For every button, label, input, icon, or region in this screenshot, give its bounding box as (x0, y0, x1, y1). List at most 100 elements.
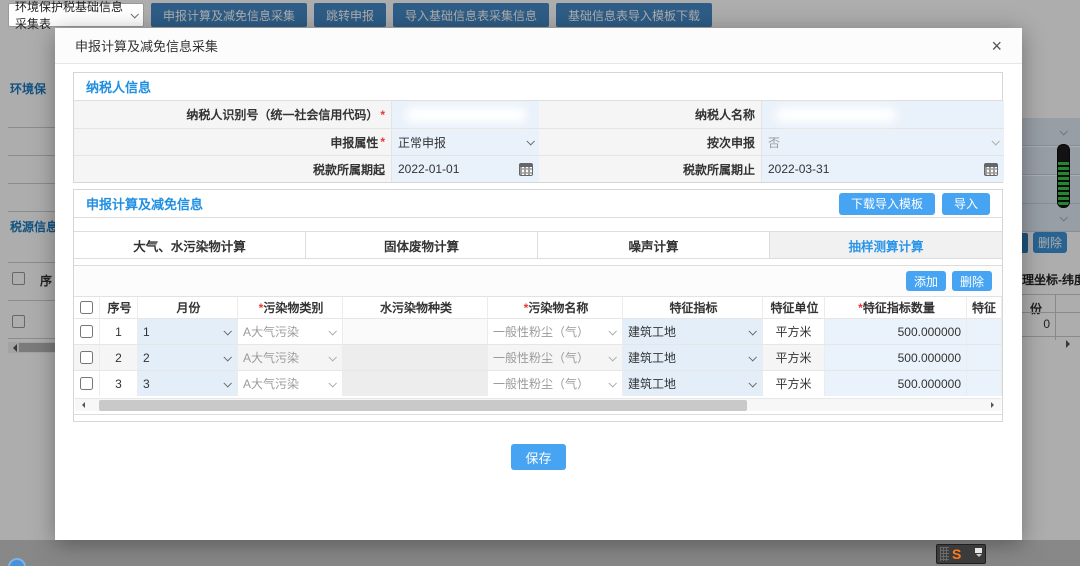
scrollbar-thumb[interactable] (99, 400, 747, 411)
chevron-down-icon (223, 353, 231, 361)
snip-dropdown-icon[interactable] (976, 554, 982, 560)
indicator-select[interactable]: 建筑工地 (623, 370, 763, 396)
declare-attr-select[interactable]: 正常申报 (391, 128, 539, 155)
declare-panel-header: 申报计算及减免信息 下载导入模板 导入 (74, 190, 1002, 218)
required-star: * (380, 135, 385, 149)
indicator-select[interactable]: 建筑工地 (623, 344, 763, 370)
scroll-right-icon[interactable] (991, 402, 997, 408)
table-header-row: 序号 月份 *污染物类别 水污染物种类 *污染物名称 特征指标 特征单位 *特征… (74, 296, 1002, 318)
period-end-datepicker[interactable]: 2022-03-31 (761, 155, 1004, 182)
grip-handle-icon[interactable] (940, 547, 949, 561)
tab-solid-waste-calc[interactable]: 固体废物计算 (306, 232, 538, 258)
chevron-down-icon (748, 353, 756, 361)
period-start-label: 税款所属期起 (74, 155, 391, 182)
taxpayer-id-label: 纳税人识别号（统一社会信用代码）* (74, 101, 391, 128)
chevron-down-icon (130, 10, 138, 18)
taxpayer-info-panel: 纳税人信息 纳税人识别号（统一社会信用代码）* 纳税人名称 申报属性* 正常申报… (73, 72, 1003, 183)
calendar-icon[interactable] (519, 163, 533, 176)
tab-air-water-calc[interactable]: 大气、水污染物计算 (74, 232, 306, 258)
row-checkbox[interactable] (80, 351, 93, 364)
clipped-cell (967, 318, 1002, 344)
chevron-down-icon (223, 379, 231, 387)
indicator-select[interactable]: 建筑工地 (623, 318, 763, 344)
month-select[interactable]: 1 (138, 318, 238, 344)
water-type-cell (343, 370, 488, 396)
col-seq: 序号 (100, 296, 138, 318)
taxpayer-panel-header: 纳税人信息 (74, 73, 1002, 101)
period-end-label: 税款所属期止 (539, 155, 761, 182)
select-all-checkbox[interactable] (80, 301, 93, 314)
row-check-cell (74, 370, 100, 396)
taxpayer-id-field[interactable] (391, 101, 539, 128)
quantity-cell[interactable]: 500.000000 (825, 318, 967, 344)
category-select[interactable]: A大气污染 (238, 370, 343, 396)
snip-button-icon[interactable] (975, 548, 982, 553)
taxpayer-name-label: 纳税人名称 (539, 101, 761, 128)
save-row: 保存 (55, 444, 1022, 470)
floating-blue-dot[interactable] (8, 558, 26, 566)
unit-cell: 平方米 (763, 370, 825, 396)
per-count-select[interactable]: 否 (761, 128, 1004, 155)
month-select[interactable]: 2 (138, 344, 238, 370)
month-select[interactable]: 3 (138, 370, 238, 396)
clipped-cell (967, 370, 1002, 396)
download-import-template-button[interactable]: 下载导入模板 (839, 193, 935, 215)
chevron-down-icon (328, 327, 336, 335)
col-unit: 特征单位 (763, 296, 825, 318)
chevron-down-icon (748, 379, 756, 387)
chevron-down-icon (608, 353, 616, 361)
category-select[interactable]: A大气污染 (238, 344, 343, 370)
table-row: 2 2 A大气污染 一般性粉尘（气） 建筑工地 平方米 500.000000 (74, 344, 1002, 370)
redacted-value (406, 107, 526, 123)
modal-title: 申报计算及减免信息采集 (75, 36, 218, 55)
select-all-cell (74, 296, 100, 318)
row-checkbox[interactable] (80, 325, 93, 338)
col-clipped: 特征 (967, 296, 1002, 318)
import-button[interactable]: 导入 (942, 193, 990, 215)
table-row: 3 3 A大气污染 一般性粉尘（气） 建筑工地 平方米 500.000000 (74, 370, 1002, 396)
declare-panel-body: 大气、水污染物计算 固体废物计算 噪声计算 抽样测算计算 添加 删除 序号 月份… (74, 218, 1002, 415)
row-checkbox[interactable] (80, 377, 93, 390)
category-select[interactable]: A大气污染 (238, 318, 343, 344)
chevron-down-icon (991, 137, 999, 145)
snip-tool-widget[interactable]: S (936, 544, 986, 564)
per-count-label: 按次申报 (539, 128, 761, 155)
chevron-down-icon (526, 137, 534, 145)
report-type-select[interactable]: 环境保护税基础信息采集表 (8, 3, 144, 27)
quantity-cell[interactable]: 500.000000 (825, 344, 967, 370)
col-water-type: 水污染物种类 (343, 296, 488, 318)
taxpayer-section-title: 纳税人信息 (86, 77, 151, 96)
delete-row-button[interactable]: 删除 (952, 271, 992, 291)
calendar-icon[interactable] (984, 163, 998, 176)
redacted-value (776, 107, 896, 123)
tab-sampling-calc[interactable]: 抽样测算计算 (770, 232, 1002, 258)
taxpayer-form: 纳税人识别号（统一社会信用代码）* 纳税人名称 申报属性* 正常申报 按次申报 … (74, 101, 1002, 182)
scroll-left-icon[interactable] (79, 402, 85, 408)
clipped-cell (967, 344, 1002, 370)
chevron-down-icon (328, 379, 336, 387)
add-row-button[interactable]: 添加 (906, 271, 946, 291)
save-button[interactable]: 保存 (511, 444, 565, 470)
close-icon[interactable]: × (991, 37, 1002, 55)
calc-tabs: 大气、水污染物计算 固体废物计算 噪声计算 抽样测算计算 (74, 231, 1002, 259)
row-check-cell (74, 344, 100, 370)
unit-cell: 平方米 (763, 344, 825, 370)
chevron-down-icon (328, 353, 336, 361)
pollutant-select[interactable]: 一般性粉尘（气） (488, 318, 623, 344)
pollutant-select[interactable]: 一般性粉尘（气） (488, 370, 623, 396)
period-start-datepicker[interactable]: 2022-01-01 (391, 155, 539, 182)
col-month: 月份 (138, 296, 238, 318)
row-check-cell (74, 318, 100, 344)
taxpayer-name-field[interactable] (761, 101, 1004, 128)
chevron-down-icon (608, 379, 616, 387)
quantity-cell[interactable]: 500.000000 (825, 370, 967, 396)
row-seq: 3 (100, 370, 138, 396)
pollutant-select[interactable]: 一般性粉尘（气） (488, 344, 623, 370)
declare-section-title: 申报计算及减免信息 (86, 194, 203, 213)
col-pollutant: *污染物名称 (488, 296, 623, 318)
tab-noise-calc[interactable]: 噪声计算 (538, 232, 770, 258)
water-type-cell (343, 318, 488, 344)
table-horizontal-scrollbar[interactable] (75, 398, 1001, 411)
water-type-cell (343, 344, 488, 370)
sampling-table: 添加 删除 序号 月份 *污染物类别 水污染物种类 *污染物名称 特征指标 特征… (74, 265, 1002, 415)
